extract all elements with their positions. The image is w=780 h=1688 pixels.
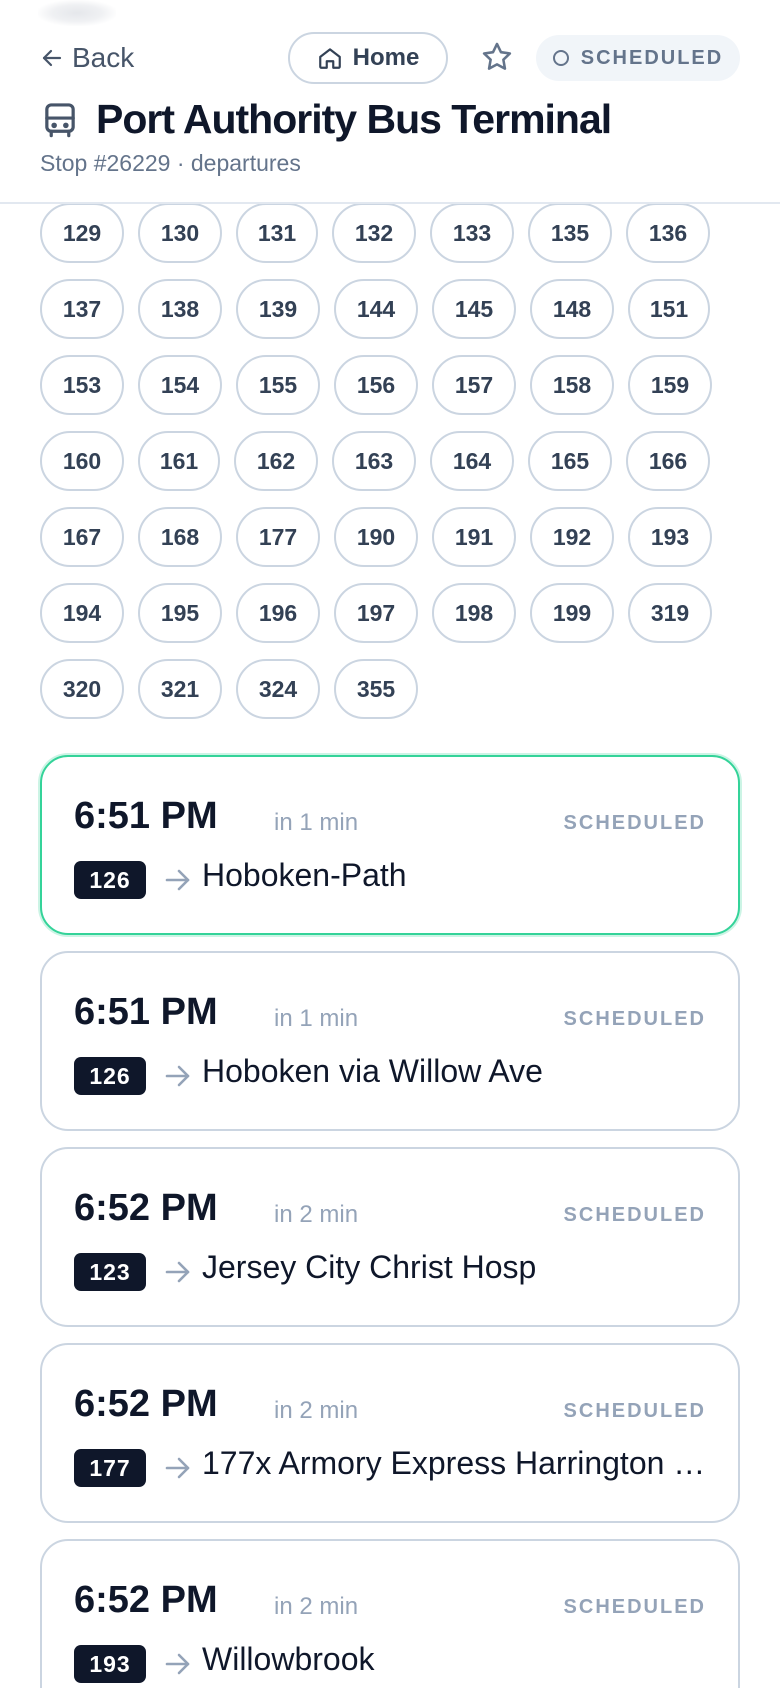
route-chip-167[interactable]: 167	[40, 507, 124, 567]
route-chip-177[interactable]: 177	[236, 507, 320, 567]
route-chip-199[interactable]: 199	[530, 583, 614, 643]
route-chip-161[interactable]: 161	[138, 431, 220, 491]
feed-status-badge: SCHEDULED	[536, 35, 740, 81]
arrow-left-icon	[42, 49, 62, 67]
route-badge: 123	[74, 1253, 146, 1291]
route-chip-191[interactable]: 191	[432, 507, 516, 567]
route-chip-137[interactable]: 137	[40, 279, 124, 339]
route-chip-132[interactable]: 132	[332, 203, 416, 263]
star-icon[interactable]	[480, 40, 514, 74]
route-chip-355[interactable]: 355	[334, 659, 418, 719]
route-chip-194[interactable]: 194	[40, 583, 124, 643]
departure-status: SCHEDULED	[563, 1596, 706, 1618]
route-chip-148[interactable]: 148	[530, 279, 614, 339]
page-subtitle: Stop #26229 · departures	[40, 150, 301, 176]
route-chip-321[interactable]: 321	[138, 659, 222, 719]
arrow-right-icon	[164, 1063, 192, 1089]
departure-time: 6:52 PM	[74, 1579, 218, 1621]
route-chip-157[interactable]: 157	[432, 355, 516, 415]
back-button[interactable]: Back	[40, 40, 134, 76]
arrow-right-icon	[164, 867, 192, 893]
route-badge: 126	[74, 861, 146, 899]
page-title: Port Authority Bus Terminal	[96, 96, 612, 142]
home-label: Home	[352, 44, 420, 71]
departure-destination: Hoboken via Willow Ave	[202, 1053, 543, 1089]
departure-status: SCHEDULED	[563, 1204, 706, 1226]
route-chip-168[interactable]: 168	[138, 507, 222, 567]
departure-time: 6:52 PM	[74, 1187, 218, 1229]
departure-destination: Willowbrook	[202, 1641, 375, 1677]
departure-card[interactable]: 6:52 PM in 2 min SCHEDULED 123 Jersey City C…	[40, 1147, 740, 1327]
route-chip-195[interactable]: 195	[138, 583, 222, 643]
route-chip-159[interactable]: 159	[628, 355, 712, 415]
route-chip-193[interactable]: 193	[628, 507, 712, 567]
departure-card[interactable]: 6:51 PM in 1 min SCHEDULED 126 Hoboken-Path	[40, 755, 740, 935]
home-button[interactable]: Home	[288, 32, 448, 84]
route-chip-144[interactable]: 144	[334, 279, 418, 339]
departure-card[interactable]: 6:51 PM in 1 min SCHEDULED 126 Hoboken via W…	[40, 951, 740, 1131]
departure-time: 6:52 PM	[74, 1383, 218, 1425]
status-bar-remnant	[38, 0, 116, 26]
route-chip-139[interactable]: 139	[236, 279, 320, 339]
departure-destination: Jersey City Christ Hosp	[202, 1249, 537, 1285]
route-chip-151[interactable]: 151	[628, 279, 710, 339]
departure-destination: 177x Armory Express Harrington Park	[202, 1445, 710, 1481]
departure-status: SCHEDULED	[563, 812, 706, 834]
route-chip-158[interactable]: 158	[530, 355, 614, 415]
departure-card[interactable]: 6:52 PM in 2 min SCHEDULED 177 177x Armory E…	[40, 1343, 740, 1523]
route-chip-320[interactable]: 320	[40, 659, 124, 719]
departure-time: 6:51 PM	[74, 795, 218, 837]
home-icon	[318, 48, 341, 69]
route-chip-196[interactable]: 196	[236, 583, 320, 643]
route-chip-165[interactable]: 165	[528, 431, 612, 491]
departure-time: 6:51 PM	[74, 991, 218, 1033]
departure-status: SCHEDULED	[563, 1008, 706, 1030]
route-chip-138[interactable]: 138	[138, 279, 222, 339]
bus-icon	[45, 103, 75, 138]
route-chip-166[interactable]: 166	[626, 431, 710, 491]
departure-card[interactable]: 6:52 PM in 2 min SCHEDULED 193 Willowbrook	[40, 1539, 740, 1688]
route-chip-136[interactable]: 136	[626, 203, 710, 263]
route-badge: 177	[74, 1449, 146, 1487]
route-badge: 193	[74, 1645, 146, 1683]
route-chip-154[interactable]: 154	[138, 355, 222, 415]
route-chip-163[interactable]: 163	[332, 431, 416, 491]
arrow-right-icon	[164, 1651, 192, 1677]
route-chip-129[interactable]: 129	[40, 203, 124, 263]
route-chip-130[interactable]: 130	[138, 203, 222, 263]
back-label: Back	[72, 42, 135, 73]
departure-eta: in 2 min	[274, 1593, 359, 1620]
feed-status-label: SCHEDULED	[580, 46, 724, 69]
route-chip-164[interactable]: 164	[430, 431, 514, 491]
route-chip-133[interactable]: 133	[430, 203, 514, 263]
route-chip-160[interactable]: 160	[40, 431, 124, 491]
route-chip-145[interactable]: 145	[432, 279, 516, 339]
arrow-right-icon	[164, 1259, 192, 1285]
route-chip-155[interactable]: 155	[236, 355, 320, 415]
arrow-right-icon	[164, 1455, 192, 1481]
route-chip-162[interactable]: 162	[234, 431, 318, 491]
departure-eta: in 2 min	[274, 1397, 359, 1424]
route-chip-190[interactable]: 190	[334, 507, 418, 567]
route-chip-197[interactable]: 197	[334, 583, 418, 643]
route-chip-135[interactable]: 135	[528, 203, 612, 263]
route-chip-153[interactable]: 153	[40, 355, 124, 415]
route-chip-156[interactable]: 156	[334, 355, 418, 415]
departure-eta: in 1 min	[274, 1005, 359, 1032]
route-chip-192[interactable]: 192	[530, 507, 614, 567]
departure-eta: in 1 min	[274, 809, 359, 836]
route-chip-324[interactable]: 324	[236, 659, 320, 719]
circle-icon	[552, 50, 569, 66]
departure-eta: in 2 min	[274, 1201, 359, 1228]
departure-destination: Hoboken-Path	[202, 857, 407, 893]
route-chip-131[interactable]: 131	[236, 203, 318, 263]
route-chip-319[interactable]: 319	[628, 583, 712, 643]
page-header: Back Home SCHEDULED Port Authority Bus T…	[0, 0, 780, 204]
route-badge: 126	[74, 1057, 146, 1095]
route-chip-198[interactable]: 198	[432, 583, 516, 643]
departure-status: SCHEDULED	[563, 1400, 706, 1422]
